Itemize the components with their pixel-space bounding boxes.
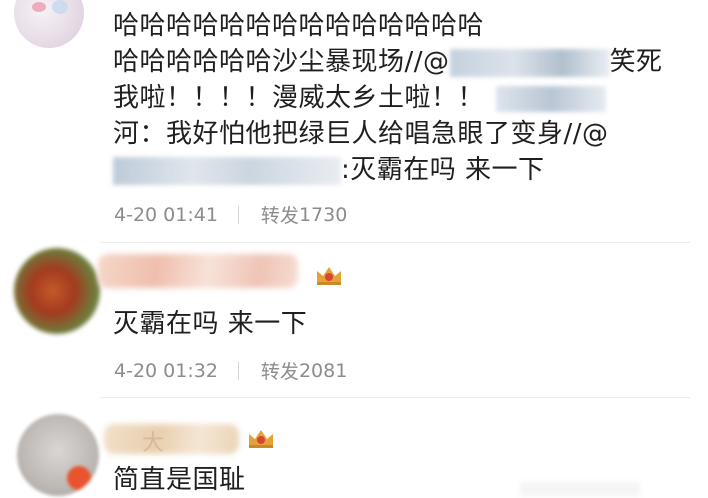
comment-line: 河：我好怕他把绿巨人给唱急眼了变身//@ (113, 119, 609, 149)
repost-label[interactable]: 转发 (261, 357, 299, 384)
comment-line: 哈哈哈哈哈哈沙尘暴现场//@ 笑死 (113, 47, 663, 77)
commenter-name[interactable]: 大 (104, 422, 244, 458)
comment-divider (100, 242, 690, 243)
comment-divider (100, 397, 690, 398)
comment-line: :灭霸在吗 来一下 (113, 152, 663, 188)
redacted-mention (113, 156, 341, 185)
repost-count: 1730 (298, 203, 348, 226)
redacted-name (98, 254, 298, 288)
comment-meta: 4-20 01:41 转发 1730 (114, 201, 347, 228)
meta-divider (237, 205, 239, 224)
redacted-mention (449, 48, 610, 77)
name-fragment: 大 (142, 431, 165, 456)
watermark-smudge (520, 482, 640, 496)
redacted-name (104, 424, 239, 454)
avatar[interactable] (17, 414, 99, 496)
repost-label[interactable]: 转发 (261, 201, 299, 228)
comment-meta: 4-20 01:32 转发 2081 (114, 357, 347, 384)
meta-divider (237, 361, 239, 380)
comment-time: 4-20 01:41 (114, 203, 218, 226)
comment-line: 我啦！！！！漫威太乡土啦！！ (113, 80, 663, 116)
avatar[interactable] (14, 0, 84, 48)
avatar[interactable] (14, 248, 100, 334)
crown-badge-icon (249, 430, 273, 448)
comment-time: 4-20 01:32 (114, 359, 218, 382)
comment-line: 哈哈哈哈哈哈哈哈哈哈哈哈哈哈 (113, 11, 485, 41)
commenter-name[interactable] (98, 252, 308, 292)
repost-count: 2081 (298, 359, 348, 382)
crown-badge-icon (317, 267, 341, 285)
comment-text: 简直是国耻 (113, 465, 246, 495)
comment-text: 哈哈哈哈哈哈哈哈哈哈哈哈哈哈 哈哈哈哈哈哈沙尘暴现场//@ 笑死 我啦！！！！漫威… (113, 8, 663, 188)
comment-text: 灭霸在吗 来一下 (113, 309, 308, 339)
redacted-mention (496, 85, 607, 112)
